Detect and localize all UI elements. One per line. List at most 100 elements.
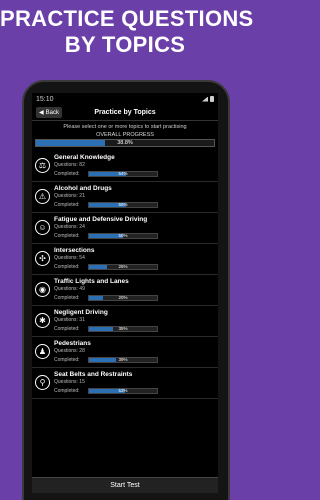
topic-name: General Knowledge xyxy=(54,154,115,161)
topic-item[interactable]: ◉ Traffic Lights and Lanes Questions: 49… xyxy=(32,275,218,306)
topic-completed: Completed: 35% xyxy=(54,324,215,333)
topic-questions: Questions: 24 xyxy=(54,224,215,231)
topic-progress-percent: 20% xyxy=(118,294,128,300)
completed-label: Completed: xyxy=(54,201,80,208)
promo-title-line2: BY TOPICS xyxy=(64,32,186,57)
questions-label: Questions: xyxy=(54,317,78,323)
topic-progress-bar: 35% xyxy=(88,325,158,332)
topic-progress-bar: 53% xyxy=(88,387,158,394)
topic-questions: Questions: 49 xyxy=(54,286,215,293)
topic-questions: Questions: 54 xyxy=(54,255,215,262)
topic-name: Fatigue and Defensive Driving xyxy=(54,216,148,223)
topic-body: Alcohol and Drugs Questions: 21 Complete… xyxy=(54,184,215,209)
topic-item[interactable]: ⚠ Alcohol and Drugs Questions: 21 Comple… xyxy=(32,182,218,213)
topic-body: Intersections Questions: 54 Completed: 2… xyxy=(54,246,215,271)
topic-body: Negligent Driving Questions: 31 Complete… xyxy=(54,308,215,333)
topic-item[interactable]: ⚖ General Knowledge Questions: 82 Comple… xyxy=(32,151,218,182)
completed-label: Completed: xyxy=(54,263,80,270)
face-icon: ☺ xyxy=(35,220,50,235)
questions-count: 21 xyxy=(79,193,85,199)
battery-icon xyxy=(210,96,214,102)
topic-name: Pedestrians xyxy=(54,340,91,347)
topic-name: Traffic Lights and Lanes xyxy=(54,278,129,285)
questions-label: Questions: xyxy=(54,255,78,261)
topic-progress-bar: 55% xyxy=(88,201,158,208)
topic-body: General Knowledge Questions: 82 Complete… xyxy=(54,153,215,178)
topic-questions: Questions: 28 xyxy=(54,348,215,355)
completed-label: Completed: xyxy=(54,387,80,394)
topic-completed: Completed: 55% xyxy=(54,200,215,209)
topic-progress-bar: 20% xyxy=(88,294,158,301)
topic-item[interactable]: ♟ Pedestrians Questions: 28 Completed: 3… xyxy=(32,337,218,368)
questions-label: Questions: xyxy=(54,286,78,292)
topic-body: Pedestrians Questions: 28 Completed: 39% xyxy=(54,339,215,364)
questions-count: 82 xyxy=(79,162,85,168)
topic-body: Traffic Lights and Lanes Questions: 49 C… xyxy=(54,277,215,302)
topic-completed: Completed: 53% xyxy=(54,386,215,395)
promo-title-line1: PRACTICE QUESTIONS xyxy=(0,6,254,31)
intersection-icon: ✣ xyxy=(35,251,50,266)
topic-body: Seat Belts and Restraints Questions: 15 … xyxy=(54,370,215,395)
topic-completed: Completed: 54% xyxy=(54,169,215,178)
questions-count: 49 xyxy=(79,286,85,292)
questions-count: 28 xyxy=(79,348,85,354)
seat-belt-icon: ⚲ xyxy=(35,375,50,390)
signal-icon xyxy=(202,96,208,102)
topic-completed: Completed: 50% xyxy=(54,231,215,240)
questions-label: Questions: xyxy=(54,348,78,354)
topic-item[interactable]: ⚲ Seat Belts and Restraints Questions: 1… xyxy=(32,368,218,399)
completed-label: Completed: xyxy=(54,294,80,301)
questions-count: 15 xyxy=(79,379,85,385)
overall-progress-label: OVERALL PROGRESS xyxy=(96,132,154,138)
overall-progress-percent: 38.8% xyxy=(117,140,133,146)
back-button[interactable]: ◀ Back xyxy=(36,107,62,118)
questions-label: Questions: xyxy=(54,224,78,230)
topic-progress-percent: 53% xyxy=(118,387,128,393)
completed-label: Completed: xyxy=(54,232,80,239)
topic-progress-percent: 50% xyxy=(118,232,128,238)
topic-name: Negligent Driving xyxy=(54,309,108,316)
questions-count: 24 xyxy=(79,224,85,230)
topic-item[interactable]: ✱ Negligent Driving Questions: 31 Comple… xyxy=(32,306,218,337)
questions-count: 31 xyxy=(79,317,85,323)
topic-questions: Questions: 15 xyxy=(54,379,215,386)
completed-label: Completed: xyxy=(54,356,80,363)
status-bar: 15:10 xyxy=(32,93,218,105)
topic-progress-bar: 26% xyxy=(88,263,158,270)
topic-item[interactable]: ✣ Intersections Questions: 54 Completed:… xyxy=(32,244,218,275)
gavel-icon: ⚖ xyxy=(35,158,50,173)
topic-questions: Questions: 82 xyxy=(54,162,215,169)
topic-progress-bar: 50% xyxy=(88,232,158,239)
status-icons xyxy=(202,96,214,102)
topic-progress-bar: 39% xyxy=(88,356,158,363)
questions-count: 54 xyxy=(79,255,85,261)
topic-completed: Completed: 20% xyxy=(54,293,215,302)
questions-label: Questions: xyxy=(54,162,78,168)
warning-icon: ⚠ xyxy=(35,189,50,204)
back-button-label: Back xyxy=(45,109,59,116)
app-bar: ◀ Back Practice by Topics xyxy=(32,105,218,121)
topic-progress-percent: 55% xyxy=(118,201,128,207)
completed-label: Completed: xyxy=(54,325,80,332)
topic-item[interactable]: ☺ Fatigue and Defensive Driving Question… xyxy=(32,213,218,244)
app-screen: 15:10 ◀ Back Practice by Topics Please s… xyxy=(32,93,218,493)
questions-label: Questions: xyxy=(54,379,78,385)
back-arrow-icon: ◀ xyxy=(39,110,44,116)
topic-body: Fatigue and Defensive Driving Questions:… xyxy=(54,215,215,240)
topic-progress-percent: 54% xyxy=(118,170,128,176)
topic-name: Seat Belts and Restraints xyxy=(54,371,133,378)
topic-progress-percent: 35% xyxy=(118,325,128,331)
status-time: 15:10 xyxy=(36,95,54,103)
topic-questions: Questions: 31 xyxy=(54,317,215,324)
topic-completed: Completed: 39% xyxy=(54,355,215,364)
promo-title: PRACTICE QUESTIONS BY TOPICS xyxy=(0,6,254,58)
start-test-button[interactable]: Start Test xyxy=(32,477,218,493)
pedestrian-icon: ♟ xyxy=(35,344,50,359)
topic-completed: Completed: 26% xyxy=(54,262,215,271)
car-crash-icon: ✱ xyxy=(35,313,50,328)
topic-progress-percent: 26% xyxy=(118,263,128,269)
completed-label: Completed: xyxy=(54,170,80,177)
topic-progress-percent: 39% xyxy=(118,356,128,362)
topic-name: Intersections xyxy=(54,247,95,254)
topic-name: Alcohol and Drugs xyxy=(54,185,112,192)
